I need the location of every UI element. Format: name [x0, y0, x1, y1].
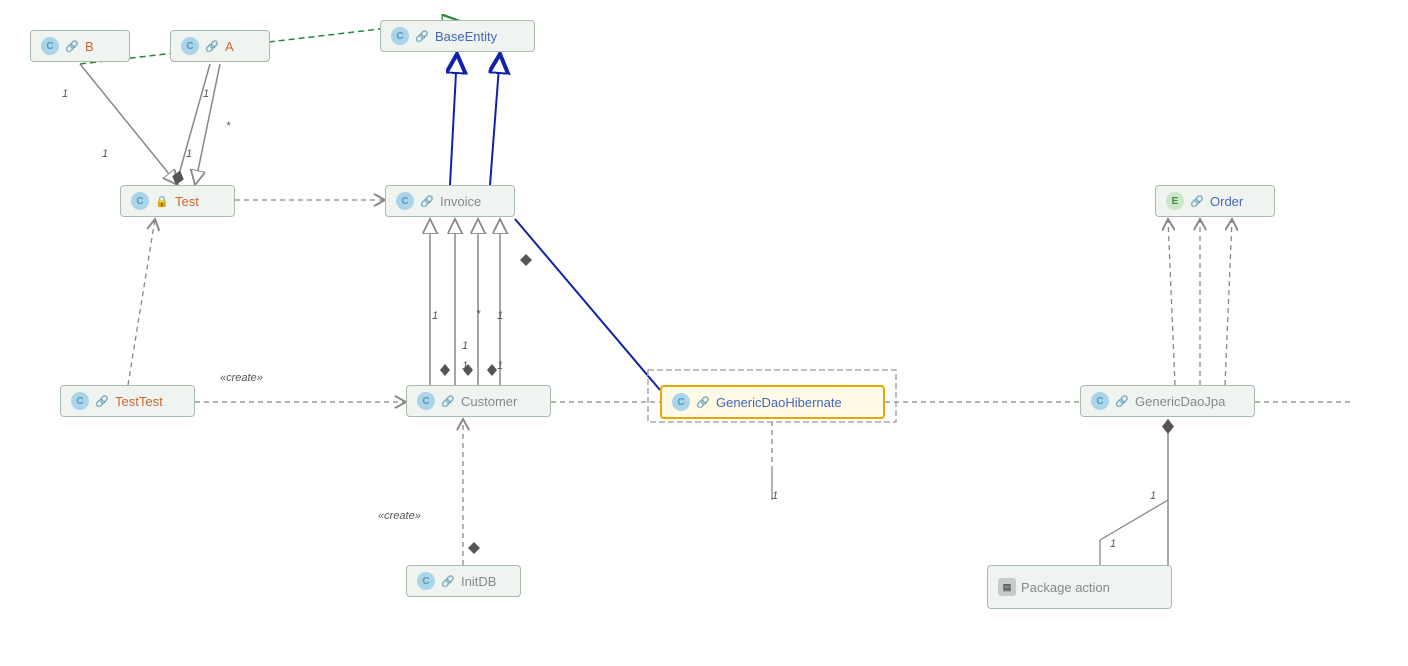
mult-1-a: 1 — [203, 88, 209, 100]
mult-1-gdj: 1 — [1150, 490, 1156, 502]
label-BaseEntity: BaseEntity — [435, 29, 497, 44]
mult-1-invoice2: 1 — [462, 340, 468, 352]
node-PackageAction[interactable]: ▤ Package action — [987, 565, 1172, 609]
node-BaseEntity[interactable]: C 🔗 BaseEntity — [380, 20, 535, 52]
link-icon-BaseEntity: 🔗 — [414, 28, 430, 44]
label-GenericDaoHibernate: GenericDaoHibernate — [716, 395, 842, 410]
mult-1-gdh: 1 — [772, 490, 778, 502]
mult-1-invoice5: 1 — [497, 360, 503, 372]
stereotype-create-1: «create» — [220, 372, 263, 384]
link-icon-TestTest: 🔗 — [94, 393, 110, 409]
node-GenericDaoJpa[interactable]: C 🔗 GenericDaoJpa — [1080, 385, 1255, 417]
link-icon-InitDB: 🔗 — [440, 573, 456, 589]
icon-c-TestTest: C — [71, 392, 89, 410]
label-Customer: Customer — [461, 394, 517, 409]
link-icon-Invoice: 🔗 — [419, 193, 435, 209]
node-Customer[interactable]: C 🔗 Customer — [406, 385, 551, 417]
icon-c-B: C — [41, 37, 59, 55]
icon-e-Order: E — [1166, 192, 1184, 210]
icon-c-Test: C — [131, 192, 149, 210]
mult-1-testa1: 1 — [186, 148, 192, 160]
link-icon-B: 🔗 — [64, 38, 80, 54]
label-B: B — [85, 39, 94, 54]
label-Invoice: Invoice — [440, 194, 481, 209]
node-GenericDaoHibernate[interactable]: C 🔗 GenericDaoHibernate — [660, 385, 885, 419]
link-icon-Customer: 🔗 — [440, 393, 456, 409]
mult-1-invoice4: 1 — [462, 360, 468, 372]
icon-c-A: C — [181, 37, 199, 55]
icon-c-BaseEntity: C — [391, 27, 409, 45]
lock-icon-Test: 🔒 — [154, 193, 170, 209]
mult-star-a: * — [226, 120, 230, 132]
node-Test[interactable]: C 🔒 Test — [120, 185, 235, 217]
mult-1-test-b: 1 — [102, 148, 108, 160]
label-GenericDaoJpa: GenericDaoJpa — [1135, 394, 1225, 409]
diagram-canvas: C 🔗 B C 🔗 A C 🔗 BaseEntity C 🔒 Test C 🔗 … — [0, 0, 1408, 666]
stereotype-create-2: «create» — [378, 510, 421, 522]
label-PackageAction: Package action — [1021, 580, 1110, 595]
link-icon-GenericDaoJpa: 🔗 — [1114, 393, 1130, 409]
link-icon-Order: 🔗 — [1189, 193, 1205, 209]
mult-1-gdj2: 1 — [1110, 538, 1116, 550]
icon-c-GenericDaoHibernate: C — [672, 393, 690, 411]
icon-c-Customer: C — [417, 392, 435, 410]
icon-c-Invoice: C — [396, 192, 414, 210]
mult-1-invoice1: 1 — [432, 310, 438, 322]
link-icon-GenericDaoHibernate: 🔗 — [695, 394, 711, 410]
link-icon-A: 🔗 — [204, 38, 220, 54]
node-InitDB[interactable]: C 🔗 InitDB — [406, 565, 521, 597]
icon-c-GenericDaoJpa: C — [1091, 392, 1109, 410]
node-B[interactable]: C 🔗 B — [30, 30, 130, 62]
label-TestTest: TestTest — [115, 394, 163, 409]
icon-c-InitDB: C — [417, 572, 435, 590]
node-TestTest[interactable]: C 🔗 TestTest — [60, 385, 195, 417]
node-A[interactable]: C 🔗 A — [170, 30, 270, 62]
label-Order: Order — [1210, 194, 1243, 209]
label-Test: Test — [175, 194, 199, 209]
node-Invoice[interactable]: C 🔗 Invoice — [385, 185, 515, 217]
mult-star-invoice: * — [476, 308, 480, 320]
icon-pkg-PackageAction: ▤ — [998, 578, 1016, 596]
node-Order[interactable]: E 🔗 Order — [1155, 185, 1275, 217]
arrows-svg — [0, 0, 1408, 666]
mult-1-invoice3: 1 — [497, 310, 503, 322]
label-A: A — [225, 39, 234, 54]
label-InitDB: InitDB — [461, 574, 496, 589]
mult-1-b: 1 — [62, 88, 68, 100]
